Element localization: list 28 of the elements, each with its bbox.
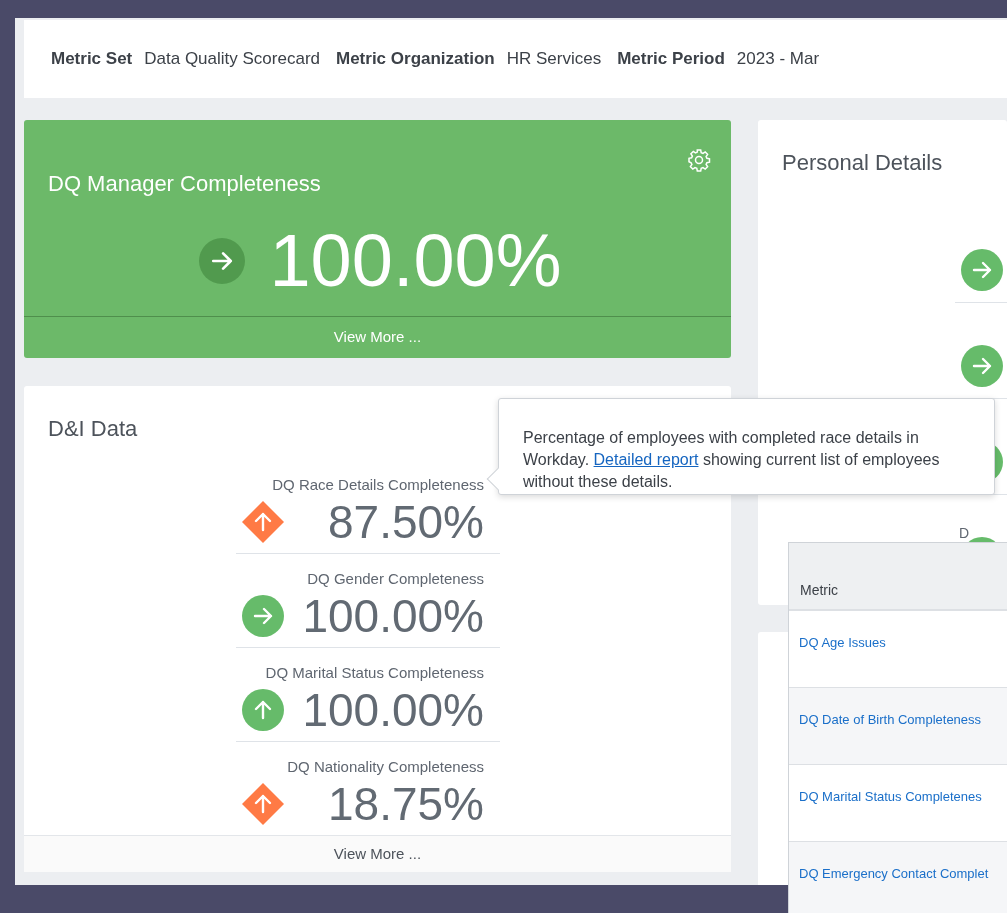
filter-value: 2023 - Mar: [736, 48, 820, 71]
card-title: Personal Details: [782, 149, 943, 177]
metric-link[interactable]: DQ Age Issues: [799, 635, 886, 650]
metric-name: DQ Nationality Completeness: [287, 757, 484, 778]
metric-link[interactable]: DQ Date of Birth Completeness: [799, 712, 982, 727]
metric-name: D: [959, 524, 970, 543]
metric-name: DQ Race Details Completeness: [272, 475, 484, 495]
view-more-link[interactable]: View More ...: [333, 842, 422, 866]
metric-value: 87.50%: [328, 496, 484, 548]
card-title: DQ Manager Completeness: [48, 170, 322, 198]
metric-name: DQ Gender Completeness: [307, 569, 484, 590]
metric-value: 100.00%: [269, 224, 562, 298]
settings-icon[interactable]: [687, 148, 711, 172]
tooltip-text: Percentage of employees with completed race details in Workday. Detailed report showing current list of employees without these details.: [523, 428, 941, 492]
report-link[interactable]: Detailed report: [593, 451, 699, 468]
filter-label: Metric Period: [617, 48, 725, 71]
card-title: D&I Data: [48, 415, 138, 443]
metric-link[interactable]: DQ Emergency Contact Complet: [799, 866, 989, 881]
metric-value: 100.00%: [302, 684, 484, 736]
metric-link[interactable]: DQ Marital Status Completenes: [799, 789, 982, 804]
metric-value: 18.75%: [328, 778, 484, 830]
filter-label: Metric Set: [51, 48, 133, 71]
metric-name: DQ Marital Status Completeness: [265, 663, 484, 684]
filter-value: HR Services: [506, 48, 602, 71]
filter-value: Data Quality Scorecard: [144, 48, 320, 71]
filter-label: Metric Organization: [336, 48, 495, 71]
column-header: Metric: [800, 581, 839, 600]
metric-value: 100.00%: [302, 590, 484, 642]
